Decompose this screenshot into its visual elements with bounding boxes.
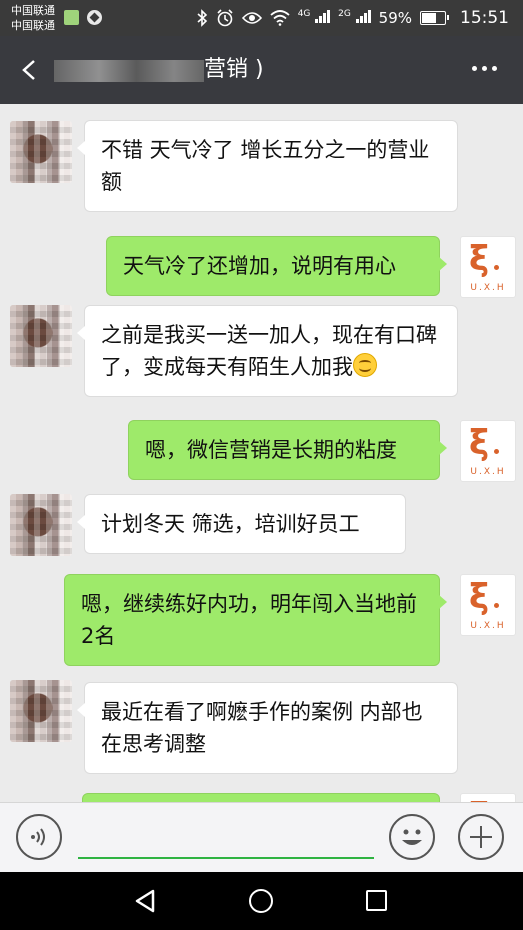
status-icons: 4G 2G 59% 15:51 (196, 6, 509, 30)
contact-avatar[interactable] (10, 121, 72, 183)
navigation-app-icon (87, 10, 102, 25)
input-bar (0, 802, 523, 873)
network-type-1: 4G (297, 9, 311, 19)
user-avatar[interactable]: ξ U.X.H (460, 236, 516, 298)
smiley-icon (402, 829, 422, 845)
message-input[interactable] (78, 857, 374, 859)
app-notification-icon (64, 10, 79, 25)
user-avatar[interactable]: ξ U.X.H (460, 574, 516, 636)
contact-avatar[interactable] (10, 494, 72, 556)
fox-logo-icon: ξ (469, 423, 490, 463)
incoming-message[interactable]: 不错 天气冷了 增长五分之一的营业额 (77, 120, 458, 212)
signal-icon-2: 2G (338, 9, 371, 27)
clock: 15:51 (460, 8, 509, 28)
message-text: 之前是我买一送一加人，现在有口碑了，变成每天有陌生人加我 (101, 323, 437, 379)
chat-header: 营销 ) (0, 36, 523, 104)
system-nav-bar (0, 872, 523, 930)
fox-logo-icon: ξ (469, 239, 490, 279)
outgoing-message-partial[interactable] (82, 793, 440, 802)
carrier-label-1: 中国联通 (11, 4, 55, 17)
nav-back-icon[interactable] (133, 889, 157, 913)
user-avatar[interactable]: ξ (460, 793, 516, 802)
battery-percent: 59% (378, 9, 412, 27)
logo-text: U.X.H (470, 621, 506, 631)
outgoing-message[interactable]: 天气冷了还增加，说明有用心 (106, 236, 447, 296)
outgoing-message[interactable]: 嗯，微信营销是长期的粘度 (128, 420, 447, 480)
eye-icon (241, 12, 262, 24)
logo-text: U.X.H (470, 283, 506, 293)
smile-emoji-icon (353, 353, 377, 377)
contact-avatar[interactable] (10, 305, 72, 367)
message-list[interactable]: 不错 天气冷了 增长五分之一的营业额 天气冷了还增加，说明有用心 ξ U.X.H… (0, 104, 523, 802)
outgoing-message[interactable]: 嗯，继续练好内功，明年闯入当地前2名 (64, 574, 447, 666)
fox-logo-icon: ξ (469, 577, 490, 617)
voice-input-button[interactable] (16, 814, 62, 860)
status-bar: 中国联通 中国联通 4G 2G 59% 15:51 (0, 0, 523, 36)
user-avatar[interactable]: ξ U.X.H (460, 420, 516, 482)
more-options-icon[interactable] (472, 66, 497, 71)
network-type-2: 2G (338, 9, 351, 19)
more-functions-button[interactable] (458, 814, 504, 860)
back-arrow-icon[interactable] (16, 56, 44, 84)
wifi-icon (270, 10, 290, 26)
alarm-icon (217, 9, 233, 27)
nav-home-icon[interactable] (249, 889, 273, 913)
incoming-message[interactable]: 之前是我买一送一加人，现在有口碑了，变成每天有陌生人加我 (77, 305, 458, 397)
battery-icon (420, 11, 449, 25)
voice-icon (31, 828, 45, 846)
incoming-message[interactable]: 计划冬天 筛选，培训好员工 (77, 494, 406, 554)
logo-text: U.X.H (470, 467, 506, 477)
emoji-button[interactable] (389, 814, 435, 860)
contact-avatar[interactable] (10, 680, 72, 742)
chat-title-blurred (54, 60, 204, 82)
signal-icon: 4G (297, 9, 331, 27)
incoming-message[interactable]: 最近在看了啊嬷手作的案例 内部也在思考调整 (77, 682, 458, 774)
nav-recent-apps-icon[interactable] (366, 890, 387, 911)
chat-title: 营销 ) (204, 57, 264, 82)
bluetooth-icon (197, 9, 207, 27)
carrier-label-2: 中国联通 (11, 19, 55, 32)
